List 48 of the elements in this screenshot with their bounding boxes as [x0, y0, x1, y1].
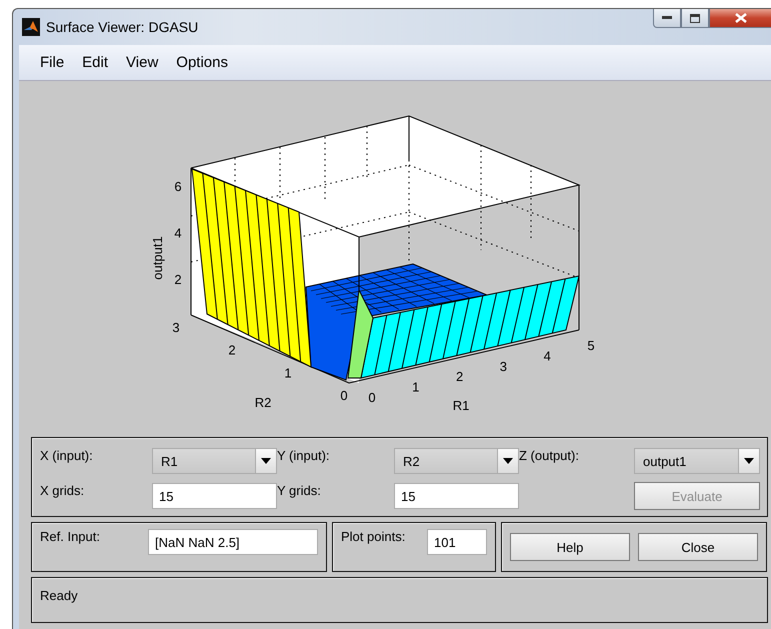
input-field[interactable]: [NaN NaN 2.5] — [148, 529, 318, 555]
field-label: Ref. Input: — [40, 529, 100, 544]
window-title: Surface Viewer: DGASU — [46, 19, 198, 35]
field-label: Z (output): — [519, 448, 580, 463]
axis-tick-label: 6 — [174, 179, 182, 194]
axis-label: output1 — [150, 236, 165, 280]
input-field[interactable]: 101 — [427, 529, 487, 555]
minimize-icon — [662, 16, 672, 20]
input-field[interactable]: 15 — [152, 483, 277, 509]
minimize-button[interactable] — [653, 9, 681, 28]
axis-tick-label: 2 — [456, 369, 464, 384]
axis-tick-label: 0 — [340, 388, 348, 403]
caret-icon — [744, 458, 754, 464]
axis-label: R1 — [452, 398, 470, 413]
caret-icon — [261, 458, 271, 464]
menu-item[interactable]: File — [31, 50, 74, 75]
caret-icon — [503, 458, 513, 464]
axis-tick-label: 4 — [544, 348, 551, 364]
axis-tick-label: 3 — [500, 358, 508, 374]
axis-tick-label: 1 — [284, 365, 292, 380]
dialog-button[interactable]: Help — [510, 533, 630, 561]
axis-tick-label: 0 — [368, 390, 376, 405]
maximize-icon — [690, 14, 700, 22]
axis-tick-label: 1 — [412, 380, 420, 395]
axis-tick-label: 4 — [174, 226, 182, 240]
dropdown[interactable]: R1 — [152, 448, 277, 474]
field-label: X (input): — [40, 448, 94, 463]
axis-tick-label: 5 — [587, 338, 595, 353]
menu-item[interactable]: Edit — [73, 50, 118, 75]
field-label: Plot points: — [341, 529, 406, 544]
close-icon — [734, 13, 746, 23]
status-text: Ready — [40, 588, 78, 603]
axis-tick-label: 3 — [172, 320, 180, 335]
field-label: Y grids: — [277, 483, 322, 498]
menu-item[interactable]: View — [117, 50, 168, 75]
axis-tick-label: 2 — [228, 342, 236, 358]
axis-tick-label: 2 — [174, 272, 182, 287]
dialog-button[interactable]: Close — [638, 533, 758, 561]
close-window-button[interactable] — [709, 9, 771, 28]
axis-label: R2 — [254, 395, 272, 410]
dropdown[interactable]: R2 — [394, 448, 519, 474]
field-label: Y (input): — [277, 448, 331, 463]
input-field[interactable]: 15 — [394, 483, 519, 509]
maximize-button[interactable] — [681, 9, 709, 28]
field-label: X grids: — [40, 483, 86, 498]
dropdown[interactable]: output1 — [634, 448, 760, 474]
app-logo-icon — [22, 18, 40, 36]
menu-item[interactable]: Options — [167, 50, 237, 75]
